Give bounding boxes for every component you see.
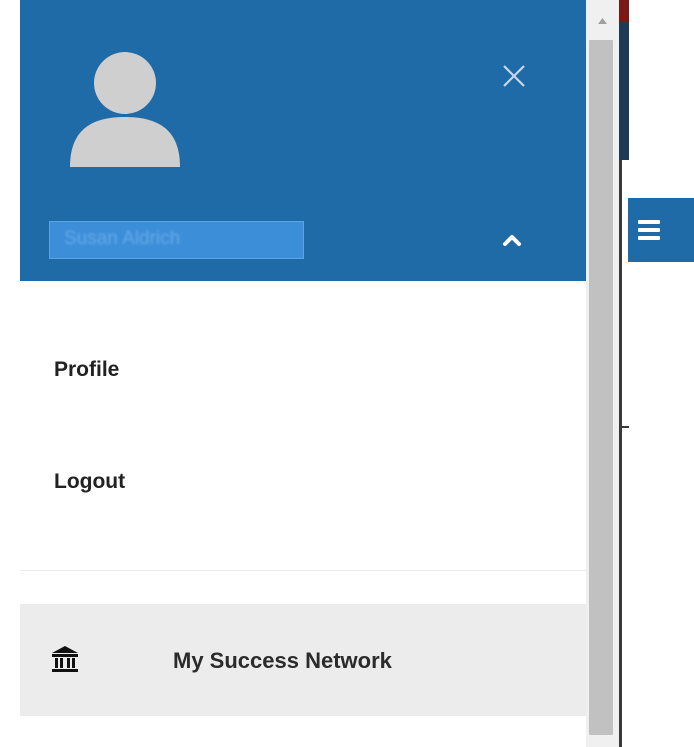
background-page [619, 0, 694, 747]
user-drawer: Susan Aldrich Profile Logout My Success … [20, 0, 586, 747]
institution-icon [52, 646, 78, 672]
background-tick [619, 426, 629, 428]
scroll-thumb[interactable] [589, 40, 613, 735]
username-field[interactable]: Susan Aldrich [49, 221, 304, 259]
menu-toggle-button[interactable] [628, 198, 694, 262]
background-accent [619, 0, 629, 22]
drawer-header: Susan Aldrich [20, 0, 586, 281]
menu-item-label: Logout [54, 470, 126, 493]
menu-item-label: Profile [54, 358, 120, 381]
scroll-up-button[interactable] [586, 0, 619, 38]
collapse-button[interactable] [496, 224, 528, 256]
menu-item-logout[interactable]: Logout [20, 452, 586, 512]
scrollbar[interactable] [586, 0, 619, 747]
scroll-up-arrow-icon [598, 18, 607, 24]
close-button[interactable] [494, 56, 534, 96]
menu-divider [20, 570, 586, 571]
close-icon [503, 65, 525, 87]
my-success-network-label: My Success Network [173, 648, 392, 673]
background-header [619, 0, 629, 160]
username-label: Susan Aldrich [64, 228, 181, 249]
chevron-up-icon [503, 235, 521, 246]
my-success-network-item[interactable]: My Success Network [20, 604, 586, 716]
user-avatar-icon [70, 52, 180, 167]
background-edge [619, 160, 622, 747]
menu-item-profile[interactable]: Profile [20, 340, 586, 400]
